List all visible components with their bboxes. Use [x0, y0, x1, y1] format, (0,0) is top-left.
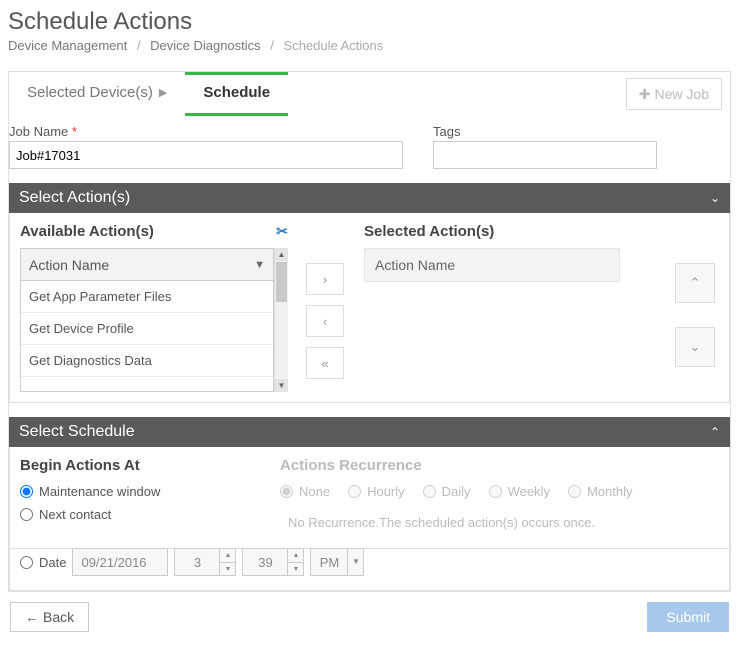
radio-input[interactable] — [20, 508, 33, 521]
radio-input — [568, 485, 581, 498]
column-header-text: Action Name — [29, 257, 109, 273]
ampm-value: PM — [311, 555, 347, 570]
radio-recurrence-hourly: Hourly — [348, 484, 405, 499]
available-actions-grid: Action Name ▼ Get App Parameter Files Ge… — [20, 248, 274, 392]
recurrence-note: No Recurrence.The scheduled action(s) oc… — [288, 515, 719, 530]
date-input[interactable]: 09/21/2016 — [72, 548, 168, 576]
radio-label: Monthly — [587, 484, 633, 499]
ampm-select[interactable]: PM ▼ — [310, 548, 364, 576]
required-asterisk: * — [72, 124, 77, 139]
tab-label: Selected Device(s) — [27, 84, 153, 101]
available-action-row[interactable]: Get App Parameter Files — [21, 281, 273, 313]
tab-bar: Selected Device(s) ▶ Schedule ✚ New Job — [8, 71, 731, 116]
chevron-down-icon: ⌄ — [690, 339, 701, 355]
move-left-button[interactable]: ‹ — [306, 305, 344, 337]
radio-input[interactable] — [20, 485, 33, 498]
chevron-down-icon: ⌄ — [710, 191, 720, 205]
filter-icon[interactable]: ▼ — [254, 259, 265, 271]
breadcrumb-item[interactable]: Device Management — [8, 38, 127, 53]
dropdown-icon[interactable]: ▼ — [347, 549, 363, 575]
move-all-left-button[interactable]: « — [306, 347, 344, 379]
available-action-row[interactable]: Get Diagnostics Data — [21, 345, 273, 377]
section-title: Select Action(s) — [19, 189, 130, 207]
scroll-up-icon[interactable]: ▲ — [275, 248, 288, 261]
radio-label: Hourly — [367, 484, 405, 499]
radio-input — [348, 485, 361, 498]
double-chevron-left-icon: « — [321, 356, 328, 371]
arrow-left-icon: ← — [25, 609, 39, 625]
radio-label: Weekly — [508, 484, 550, 499]
new-job-button[interactable]: ✚ New Job — [626, 78, 722, 110]
radio-input[interactable] — [20, 556, 33, 569]
move-up-button[interactable]: ⌃ — [675, 263, 715, 303]
radio-date[interactable]: Date — [20, 555, 66, 570]
minute-stepper[interactable]: 39 ▲▼ — [242, 548, 304, 576]
minute-value: 39 — [243, 555, 287, 570]
tab-selected-devices[interactable]: Selected Device(s) ▶ — [9, 72, 185, 116]
begin-actions-title: Begin Actions At — [20, 457, 250, 474]
back-button[interactable]: ← Back — [10, 602, 89, 632]
filter-toggle-icon[interactable]: ✂ — [276, 223, 288, 240]
radio-label: Next contact — [39, 507, 111, 522]
move-down-button[interactable]: ⌄ — [675, 327, 715, 367]
selected-actions-title: Selected Action(s) — [364, 223, 494, 240]
tab-schedule[interactable]: Schedule — [185, 72, 288, 116]
section-title: Select Schedule — [19, 423, 135, 441]
radio-recurrence-monthly: Monthly — [568, 484, 633, 499]
chevron-up-icon: ⌃ — [690, 275, 701, 291]
radio-next-contact[interactable]: Next contact — [20, 507, 250, 522]
recurrence-title: Actions Recurrence — [280, 457, 719, 474]
chevron-left-icon: ‹ — [323, 314, 327, 329]
breadcrumb-separator: / — [270, 38, 274, 53]
scrollbar[interactable]: ▲ ▼ — [274, 248, 288, 392]
radio-maintenance-window[interactable]: Maintenance window — [20, 484, 250, 499]
new-job-label: New Job — [655, 86, 709, 102]
chevron-right-icon: › — [323, 272, 327, 287]
selected-grid-header: Action Name — [364, 248, 620, 282]
radio-recurrence-none: None — [280, 484, 330, 499]
breadcrumb-item[interactable]: Device Diagnostics — [150, 38, 261, 53]
spin-up-icon[interactable]: ▲ — [220, 549, 235, 563]
plus-icon: ✚ — [639, 86, 651, 103]
chevron-up-icon: ⌃ — [710, 425, 720, 439]
select-schedule-header[interactable]: Select Schedule ⌃ — [9, 417, 730, 447]
radio-input — [280, 485, 293, 498]
radio-label: None — [299, 484, 330, 499]
spin-up-icon[interactable]: ▲ — [288, 549, 303, 563]
submit-button[interactable]: Submit — [647, 602, 729, 632]
spin-down-icon[interactable]: ▼ — [288, 563, 303, 576]
page-title: Schedule Actions — [8, 8, 731, 36]
move-right-button[interactable]: › — [306, 263, 344, 295]
breadcrumb: Device Management / Device Diagnostics /… — [8, 38, 731, 53]
hour-stepper[interactable]: 3 ▲▼ — [174, 548, 236, 576]
job-name-input[interactable] — [9, 141, 403, 169]
label-text: Job Name — [9, 124, 68, 139]
radio-label: Date — [39, 555, 66, 570]
caret-right-icon: ▶ — [159, 86, 167, 99]
radio-label: Maintenance window — [39, 484, 160, 499]
breadcrumb-item-current: Schedule Actions — [284, 38, 384, 53]
job-name-label: Job Name * — [9, 124, 403, 139]
tags-input[interactable] — [433, 141, 657, 169]
available-action-row[interactable]: Get Device Profile — [21, 313, 273, 345]
radio-input — [489, 485, 502, 498]
radio-input — [423, 485, 436, 498]
hour-value: 3 — [175, 555, 219, 570]
tags-label: Tags — [433, 124, 657, 139]
scroll-thumb[interactable] — [276, 262, 287, 302]
back-label: Back — [43, 609, 74, 625]
grid-column-header[interactable]: Action Name ▼ — [21, 249, 273, 281]
tab-label: Schedule — [203, 84, 270, 101]
radio-label: Daily — [442, 484, 471, 499]
scroll-down-icon[interactable]: ▼ — [275, 379, 288, 392]
breadcrumb-separator: / — [137, 38, 141, 53]
available-actions-title: Available Action(s) — [20, 223, 154, 240]
radio-recurrence-daily: Daily — [423, 484, 471, 499]
radio-recurrence-weekly: Weekly — [489, 484, 550, 499]
spin-down-icon[interactable]: ▼ — [220, 563, 235, 576]
select-actions-header[interactable]: Select Action(s) ⌄ — [9, 183, 730, 213]
